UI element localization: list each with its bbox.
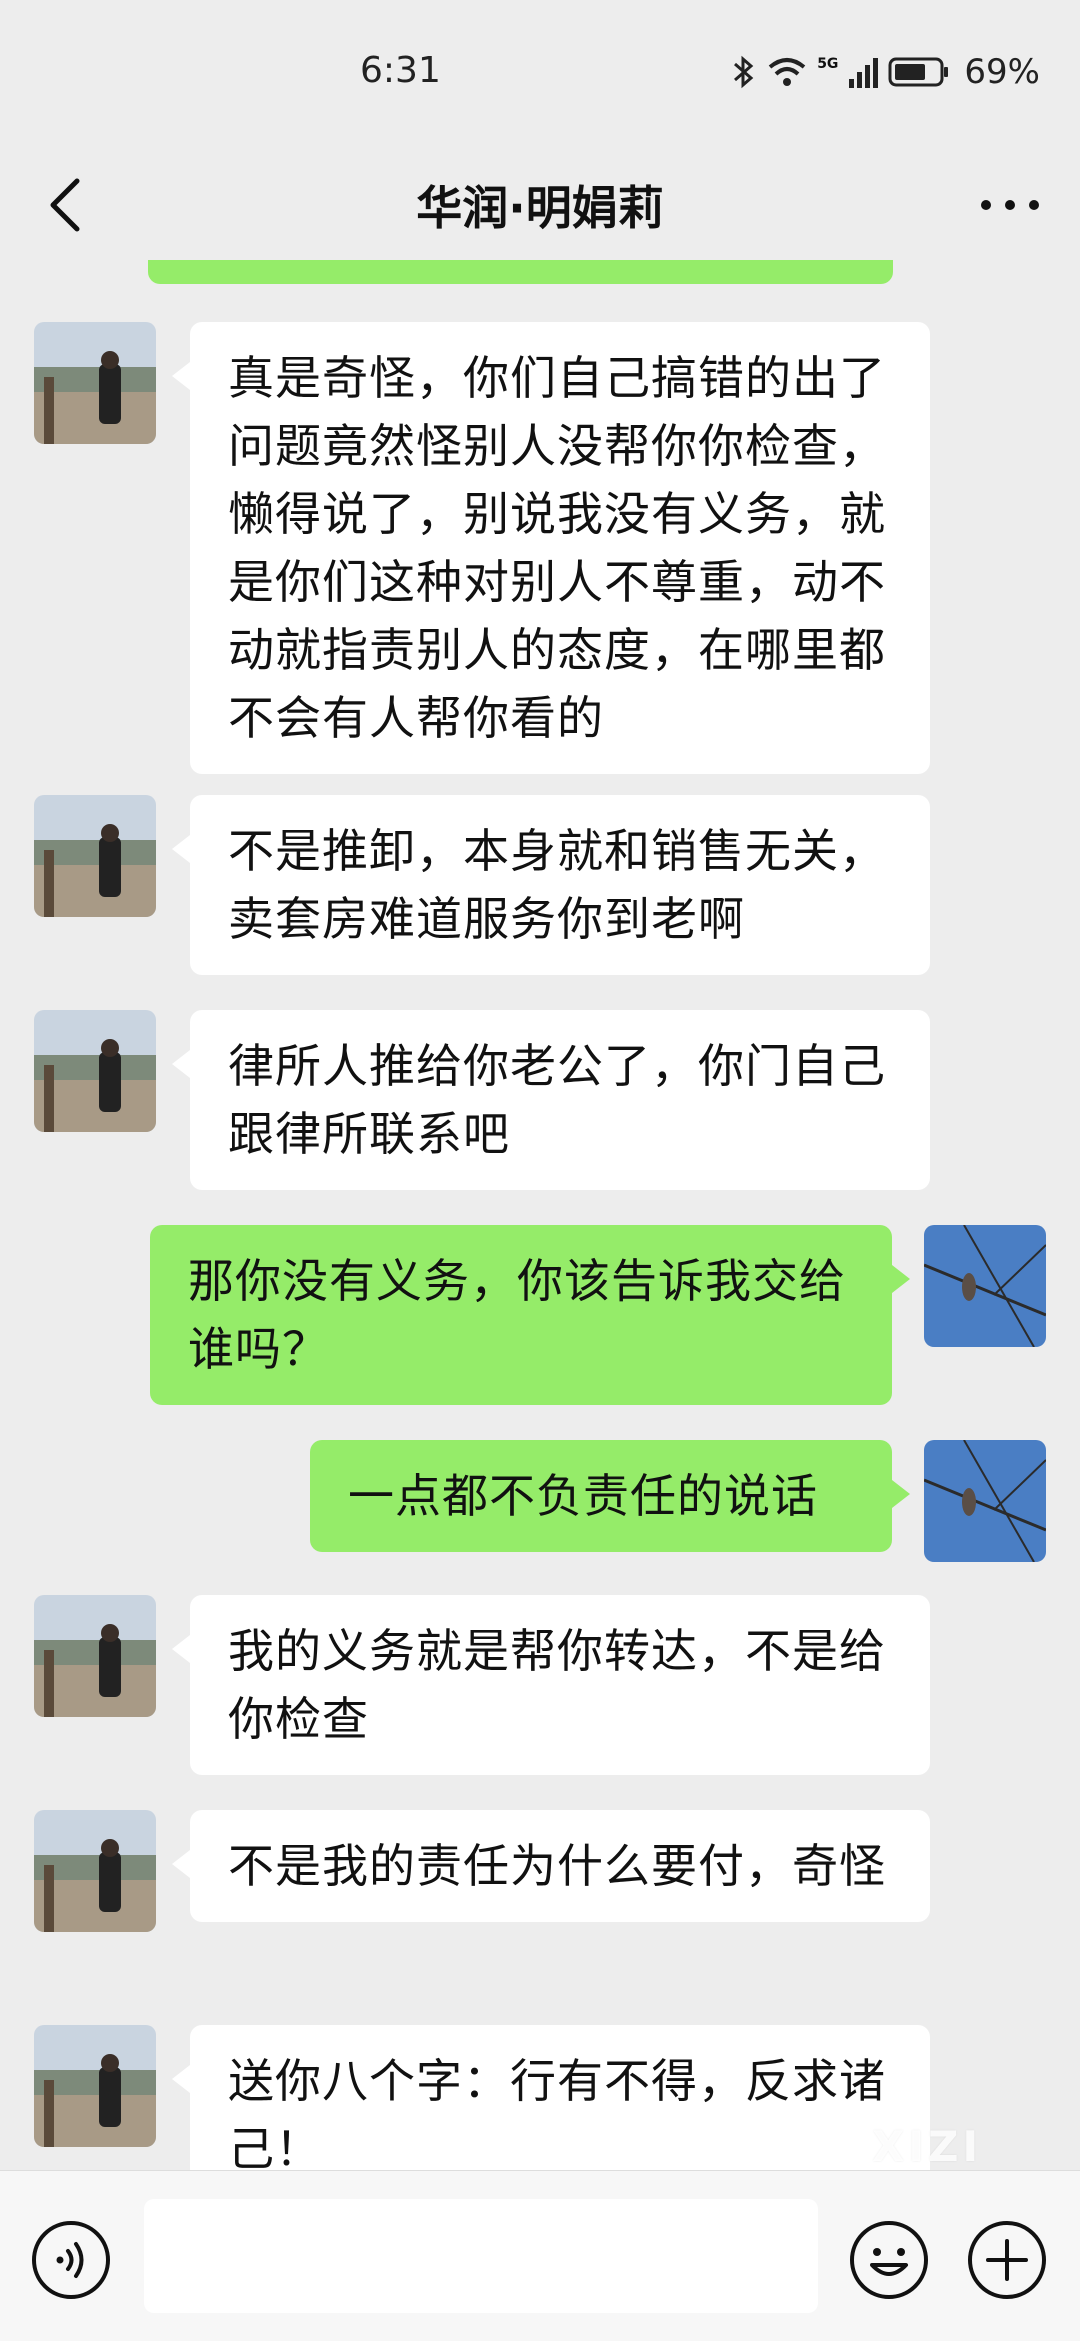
watermark: XIZI bbox=[872, 2122, 983, 2171]
emoji-icon bbox=[850, 2221, 928, 2299]
more-dots-icon bbox=[981, 200, 1039, 210]
status-bar: 6:31 5G 69% bbox=[0, 0, 1080, 150]
status-icons: 5G 69% bbox=[731, 52, 1040, 92]
message-bubble[interactable]: 那你没有义务，你该告诉我交给谁吗？ bbox=[150, 1225, 910, 1405]
voice-button[interactable] bbox=[30, 2219, 112, 2301]
chat-title: 华润·明娟莉 bbox=[416, 181, 664, 235]
message-bubble[interactable]: 真是奇怪，你们自己搞错的出了问题竟然怪别人没帮你你检查，懒得说了，别说我没有义务… bbox=[172, 322, 930, 774]
more-functions-button[interactable] bbox=[966, 2219, 1048, 2301]
contact-avatar[interactable] bbox=[34, 1810, 156, 1932]
emoji-button[interactable] bbox=[848, 2219, 930, 2301]
my-avatar[interactable] bbox=[924, 1225, 1046, 1347]
contact-avatar[interactable] bbox=[34, 322, 156, 444]
partial-sent-bubble bbox=[148, 260, 893, 284]
message-input[interactable] bbox=[144, 2199, 818, 2313]
bluetooth-icon bbox=[734, 55, 754, 89]
my-avatar[interactable] bbox=[924, 1440, 1046, 1562]
wifi-icon bbox=[768, 58, 806, 86]
message-bubble[interactable]: 律所人推给你老公了，你门自己跟律所联系吧 bbox=[172, 1010, 930, 1190]
status-time: 6:31 bbox=[360, 50, 441, 91]
message-bubble[interactable]: 不是推卸，本身就和销售无关，卖套房难道服务你到老啊 bbox=[172, 795, 930, 975]
signal-icon bbox=[849, 58, 879, 88]
contact-avatar[interactable] bbox=[34, 2025, 156, 2147]
chat-messages[interactable]: 真是奇怪，你们自己搞错的出了问题竟然怪别人没帮你你检查，懒得说了，别说我没有义务… bbox=[0, 260, 1080, 2170]
network-type-label: 5G bbox=[817, 56, 839, 72]
input-bar bbox=[0, 2170, 1080, 2341]
message-bubble[interactable]: 送你八个字：行有不得，反求诸己！ bbox=[172, 2025, 930, 2170]
more-button[interactable] bbox=[970, 170, 1050, 240]
contact-avatar[interactable] bbox=[34, 1010, 156, 1132]
battery-icon bbox=[888, 57, 949, 87]
contact-avatar[interactable] bbox=[34, 1595, 156, 1717]
message-bubble[interactable]: 一点都不负责任的说话 bbox=[310, 1440, 910, 1552]
battery-percent: 69% bbox=[964, 52, 1040, 92]
message-bubble[interactable]: 我的义务就是帮你转达，不是给你检查 bbox=[172, 1595, 930, 1775]
message-bubble[interactable]: 不是我的责任为什么要付，奇怪 bbox=[172, 1810, 930, 1922]
chat-header: 华润·明娟莉 bbox=[0, 150, 1080, 260]
voice-icon bbox=[32, 2221, 110, 2299]
plus-icon bbox=[968, 2221, 1046, 2299]
contact-avatar[interactable] bbox=[34, 795, 156, 917]
